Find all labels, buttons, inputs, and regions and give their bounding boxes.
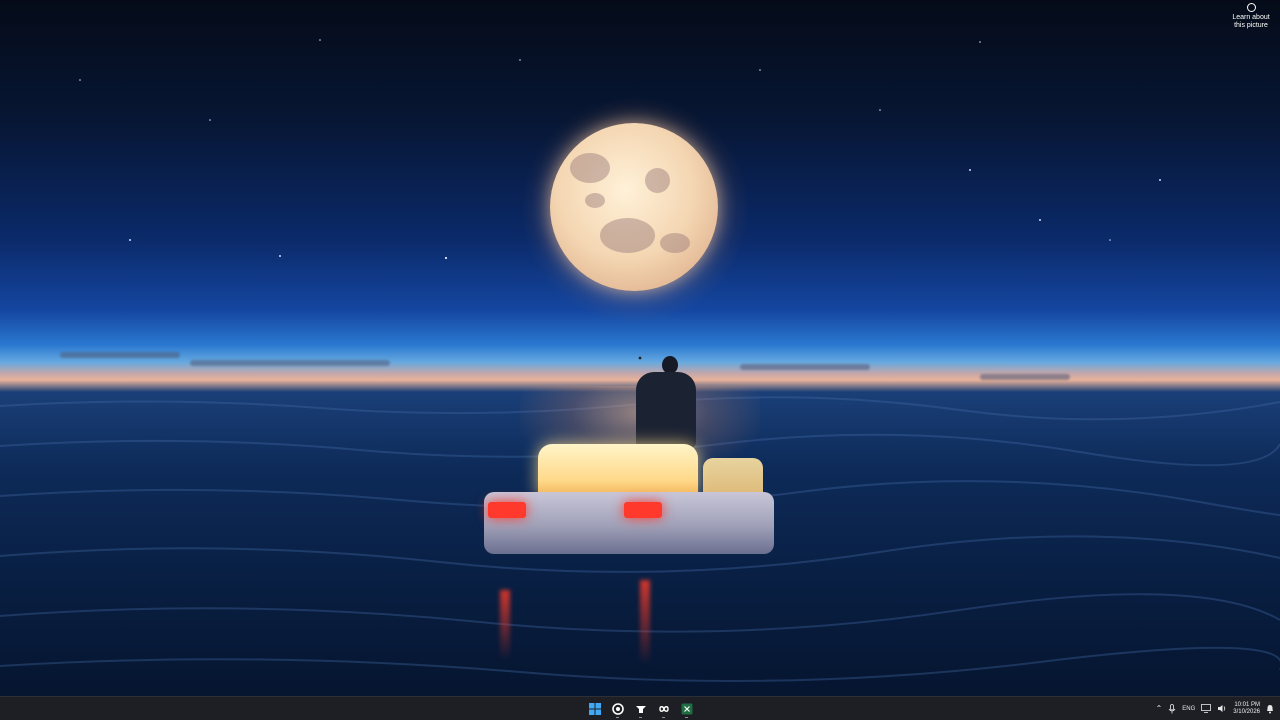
tail-light-reflection-right xyxy=(640,580,650,665)
chevron-up-icon[interactable]: ⌃ xyxy=(1156,704,1163,713)
taskbar-apps xyxy=(585,699,696,719)
taskbar-app-2[interactable] xyxy=(631,699,650,718)
anvil-app-icon xyxy=(635,705,646,713)
microphone-icon[interactable] xyxy=(1168,703,1176,714)
clock-date: 3/10/2026 xyxy=(1233,708,1260,715)
camera-icon xyxy=(1246,3,1256,12)
notification-bell-icon[interactable] xyxy=(1266,704,1274,714)
clock-time: 10:01 PM xyxy=(1234,701,1260,708)
car-rear-window xyxy=(538,444,698,496)
car xyxy=(478,440,780,570)
learn-about-picture-button[interactable]: Learn about this picture xyxy=(1228,3,1274,30)
attribution-line1: Learn about xyxy=(1232,14,1270,21)
taskbar-app-1[interactable] xyxy=(608,699,627,718)
infinity-app-icon xyxy=(658,705,669,712)
taskbar-app-4[interactable] xyxy=(677,699,696,718)
language-indicator[interactable]: ENG xyxy=(1182,706,1195,712)
person-silhouette xyxy=(636,372,696,448)
taskbar-app-3[interactable] xyxy=(654,699,673,718)
volume-icon[interactable] xyxy=(1217,704,1227,713)
circular-app-icon xyxy=(611,702,624,715)
right-tail-light xyxy=(624,502,662,518)
network-icon[interactable] xyxy=(1201,704,1212,713)
attribution-line2: this picture xyxy=(1234,22,1268,29)
windows-logo-icon xyxy=(588,702,601,715)
system-tray: ⌃ ENG 10:01 PM 3/10/2026 xyxy=(1156,697,1274,720)
moon xyxy=(550,123,718,291)
clock[interactable]: 10:01 PM 3/10/2026 xyxy=(1233,702,1260,716)
left-tail-light xyxy=(488,502,526,518)
taskbar: ⌃ ENG 10:01 PM 3/10/2026 xyxy=(0,696,1280,720)
excel-icon xyxy=(681,703,692,714)
start-button[interactable] xyxy=(585,699,604,718)
tail-light-reflection-left xyxy=(500,590,510,660)
desktop-wallpaper: Learn about this picture xyxy=(0,0,1280,696)
